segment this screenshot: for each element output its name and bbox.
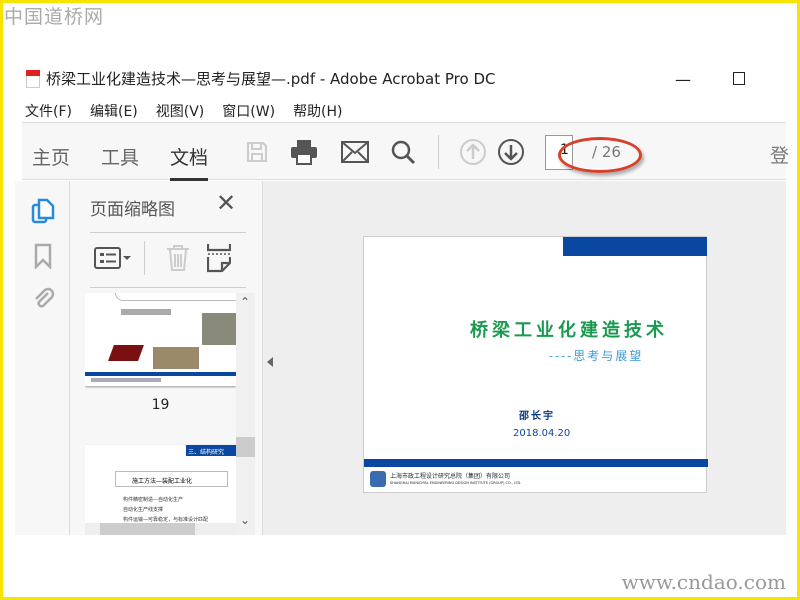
thumbnail-page-19[interactable] <box>85 293 236 386</box>
company-logo <box>370 471 386 487</box>
thumb2-heading: 三、结构研究 <box>186 445 236 456</box>
menu-view[interactable]: 视图(V) <box>156 101 205 121</box>
horizontal-scroll-thumb[interactable] <box>100 523 195 535</box>
scroll-up-icon[interactable]: ⌃ <box>240 295 250 309</box>
attachment-icon[interactable] <box>31 285 55 315</box>
thumb-footer-logo <box>91 378 161 382</box>
document-view: 桥梁工业化建造技术 ----思考与展望 邵长宇 2018.04.20 上海市政工… <box>263 181 786 535</box>
next-page-icon[interactable] <box>496 137 526 167</box>
divider <box>144 241 145 275</box>
vertical-scroll-thumb[interactable] <box>236 437 255 457</box>
left-rail <box>15 181 70 535</box>
pdf-file-icon <box>26 69 40 88</box>
tab-home[interactable]: 主页 <box>32 143 70 170</box>
divider <box>90 232 246 233</box>
save-icon[interactable] <box>242 137 272 167</box>
login-button[interactable]: 登 <box>770 141 789 168</box>
company-name: 上海市政工程设计研究总院（集团）有限公司 <box>390 473 511 480</box>
thumbnail-options-icon[interactable] <box>94 247 132 273</box>
thumbnail-label: 19 <box>151 397 170 413</box>
pdf-page: 桥梁工业化建造技术 ----思考与展望 邵长宇 2018.04.20 上海市政工… <box>363 236 708 493</box>
toolbar: 主页 工具 文档 1 / 26 登 <box>22 122 789 182</box>
scroll-down-icon[interactable]: ⌄ <box>240 513 250 527</box>
email-icon[interactable] <box>340 137 370 167</box>
watermark-bottom: www.cndao.com <box>621 570 786 594</box>
panel-title: 页面缩略图 <box>90 200 175 220</box>
maximize-button[interactable] <box>733 72 745 85</box>
thumbnail-panel: 页面缩略图 ✕ 19 三、结构研究 施工方法—装配工业化 构件精密制造—自动化生… <box>70 181 263 535</box>
toolbar-divider <box>438 135 439 169</box>
divider <box>90 287 246 288</box>
slide-author: 邵长宇 <box>519 411 555 422</box>
thumb-beam-image <box>121 309 171 315</box>
page-thumbnails-icon[interactable] <box>31 197 55 229</box>
tab-tools[interactable]: 工具 <box>101 143 139 170</box>
menu-edit[interactable]: 编辑(E) <box>90 101 138 121</box>
thumb2-item: 施工方法—装配工业化 <box>115 471 228 487</box>
thumb-photo <box>153 347 199 369</box>
print-icon[interactable] <box>289 137 319 167</box>
header-bar <box>563 237 707 256</box>
thumb-footer-bar <box>85 372 236 376</box>
thumb-photo <box>202 313 236 345</box>
slide-date: 2018.04.20 <box>513 428 571 439</box>
footer-bar <box>364 459 708 467</box>
slide-title: 桥梁工业化建造技术 <box>470 320 668 341</box>
thumb2-bullets: 构件精密制造—自动化生产 自动化生产线支撑 构件运输—可靠稳定，与标准设计匹配 <box>123 495 208 525</box>
slide-subtitle: ----思考与展望 <box>549 349 644 363</box>
collapse-panel-icon[interactable] <box>267 357 273 367</box>
horizontal-scrollbar[interactable] <box>85 523 236 535</box>
tab-document[interactable]: 文档 <box>170 143 209 182</box>
extract-page-icon[interactable] <box>206 243 232 277</box>
menu-window[interactable]: 窗口(W) <box>222 101 275 121</box>
bookmark-icon[interactable] <box>34 243 52 273</box>
menu-bar: 文件(F) 编辑(E) 视图(V) 窗口(W) 帮助(H) <box>25 101 343 121</box>
search-icon[interactable] <box>388 137 418 167</box>
menu-help[interactable]: 帮助(H) <box>293 101 342 121</box>
bullet: 构件精密制造—自动化生产 <box>123 497 184 503</box>
bullet: 自动化生产线支撑 <box>123 507 164 513</box>
watermark-top: 中国道桥网 <box>4 6 105 28</box>
minimize-button[interactable]: — <box>675 70 691 89</box>
annotation-ellipse <box>558 137 642 173</box>
thumbnail-page-20[interactable]: 三、结构研究 施工方法—装配工业化 构件精密制造—自动化生产 自动化生产线支撑 … <box>85 445 236 535</box>
window-title-text: 桥梁工业化建造技术—思考与展望—.pdf - Adobe Acrobat Pro… <box>46 70 496 88</box>
thumbnail-list: 19 三、结构研究 施工方法—装配工业化 构件精密制造—自动化生产 自动化生产线… <box>85 293 236 535</box>
thumb-model-image <box>108 345 144 361</box>
vertical-scrollbar[interactable]: ⌃ ⌄ <box>236 293 255 535</box>
close-panel-icon[interactable]: ✕ <box>216 189 236 217</box>
company-name-en: SHANGHAI MUNICIPAL ENGINEERING DESIGN IN… <box>390 481 522 485</box>
delete-page-icon[interactable] <box>166 244 190 276</box>
window-title: 桥梁工业化建造技术—思考与展望—.pdf - Adobe Acrobat Pro… <box>26 68 495 89</box>
previous-page-icon[interactable] <box>458 137 488 167</box>
menu-file[interactable]: 文件(F) <box>25 101 72 121</box>
thumb-header <box>115 293 236 301</box>
